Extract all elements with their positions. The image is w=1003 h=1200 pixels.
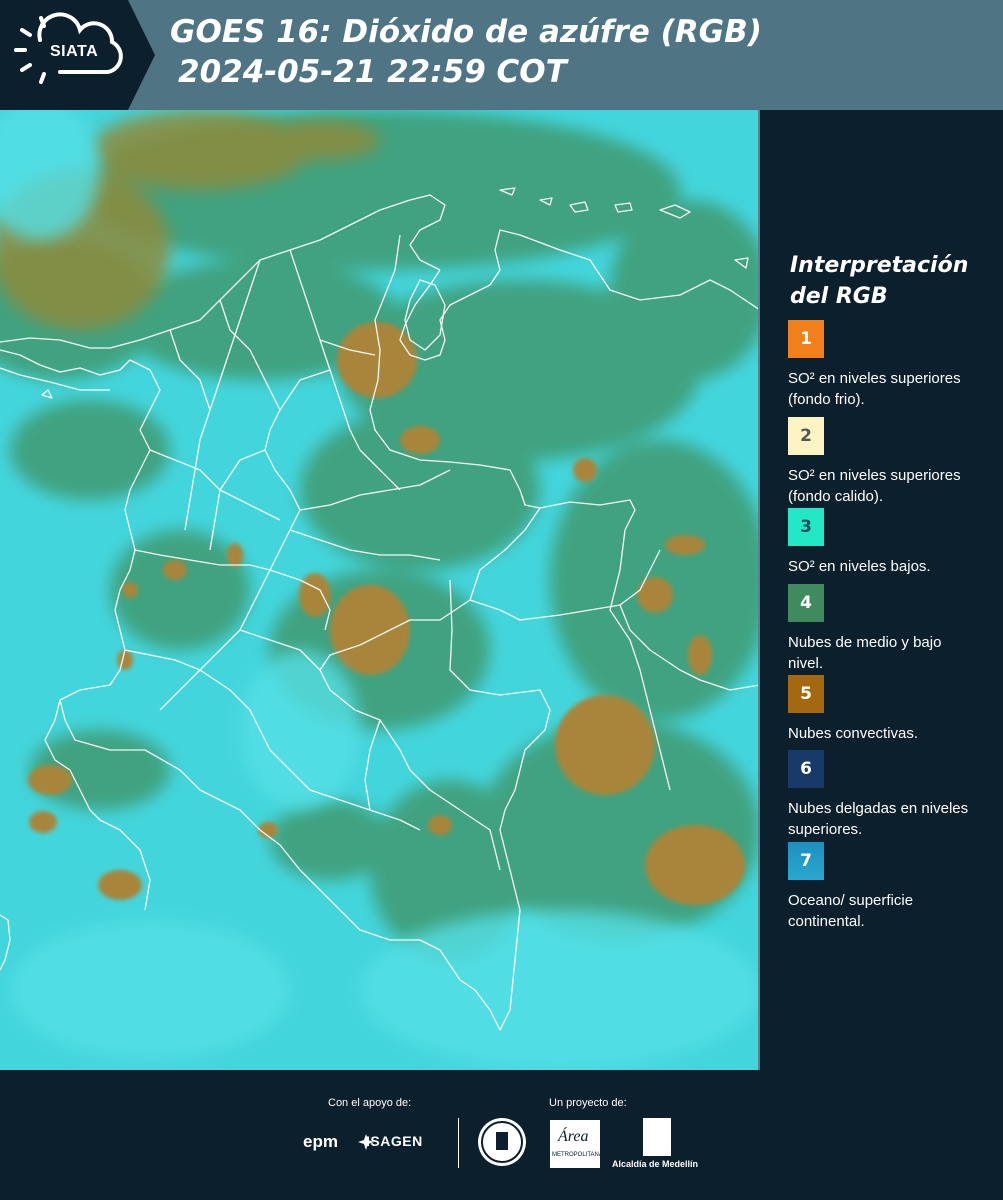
isagen-logo: ISAGEN [366, 1133, 423, 1149]
siata-logo-text: SIATA [50, 43, 99, 60]
satellite-map [0, 110, 760, 1070]
footer: Con el apoyo de: Un proyecto de: epm ISA… [0, 1070, 1003, 1200]
title-timestamp: 2024-05-21 22:59 COT [178, 54, 567, 90]
legend-text-7: Oceano/ superficie continental. [788, 892, 914, 930]
legend-item-5: 5 Nubes convectivas. [788, 675, 988, 744]
legend-text-1: SO² en niveles superiores (fondo frio). [788, 370, 961, 408]
header: SIATA GOES 16: Dióxido de azúfre (RGB) 2… [0, 0, 1003, 110]
legend-text-2: SO² en niveles superiores (fondo calido)… [788, 467, 961, 505]
legend-item-3: 3 SO² en niveles bajos. [788, 508, 988, 577]
area-logo-text: Área [558, 1128, 589, 1145]
legend-text-4: Nubes de medio y bajo nivel. [788, 634, 942, 672]
legend-item-2: 2 SO² en niveles superiores (fondo calid… [788, 417, 988, 507]
legend-swatch-6: 6 [788, 750, 824, 788]
epm-logo: epm [303, 1132, 338, 1151]
area-logo-sub: METROPOLITANA [552, 1152, 603, 1158]
legend-title: Interpretación del RGB [790, 253, 969, 309]
legend-text-5: Nubes convectivas. [788, 725, 919, 742]
title-product: GOES 16: Dióxido de azúfre (RGB) [170, 14, 762, 50]
medellin-seal-icon [478, 1118, 526, 1166]
legend-item-7: 7 Oceano/ superficie continental. [788, 842, 988, 932]
legend-swatch-2: 2 [788, 417, 824, 455]
legend-swatch-4: 4 [788, 584, 824, 622]
siata-logo: SIATA [0, 0, 155, 110]
project-label: Un proyecto de: [549, 1097, 627, 1109]
legend-text-6: Nubes delgadas en niveles superiores. [788, 800, 969, 838]
legend-swatch-7: 7 [788, 842, 824, 880]
support-label: Con el apoyo de: [328, 1097, 412, 1109]
legend-swatch-3: 3 [788, 508, 824, 546]
legend-swatch-5: 5 [788, 675, 824, 713]
legend-text-3: SO² en niveles bajos. [788, 558, 931, 575]
legend-panel: Interpretación del RGB 1 SO² en niveles … [762, 110, 1003, 1070]
legend-item-4: 4 Nubes de medio y bajo nivel. [788, 584, 988, 674]
alcaldia-shield-icon [643, 1118, 671, 1156]
legend-item-6: 6 Nubes delgadas en niveles superiores. [788, 750, 988, 840]
legend-swatch-1: 1 [788, 320, 824, 358]
map-image [0, 110, 758, 1070]
alcaldia-text: Alcaldía de Medellín [612, 1159, 699, 1169]
area-metropolitana-icon: Área METROPOLITANA [550, 1120, 603, 1168]
legend-item-1: 1 SO² en niveles superiores (fondo frio)… [788, 320, 988, 410]
footer-divider [458, 1118, 459, 1168]
